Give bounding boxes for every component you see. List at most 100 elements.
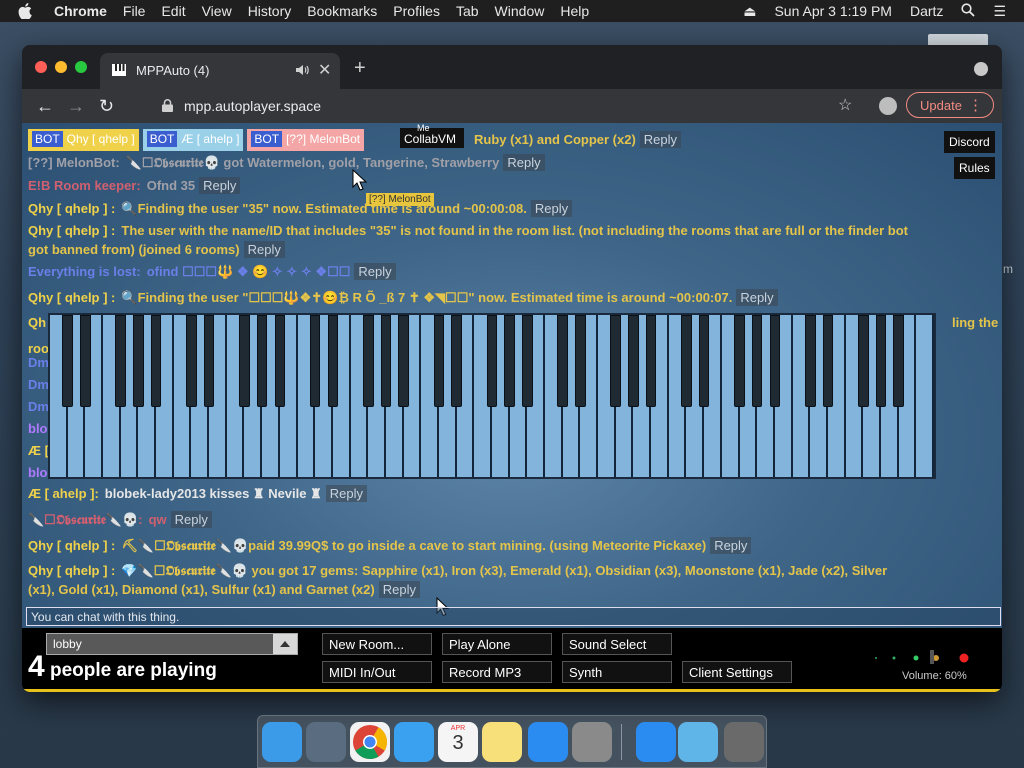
sound-select-button[interactable]: Sound Select (562, 633, 672, 655)
menu-bookmarks[interactable]: Bookmarks (307, 3, 377, 19)
participant-tag-melonbot[interactable]: BOT [??] MelonBot (247, 129, 365, 151)
speaker-icon[interactable] (295, 63, 309, 77)
menu-profiles[interactable]: Profiles (393, 3, 440, 19)
rules-button[interactable]: Rules (954, 157, 995, 179)
chat-username[interactable]: Qhy [ qhelp ] : (28, 290, 115, 305)
menu-file[interactable]: File (123, 3, 146, 19)
minimize-window-button[interactable] (55, 61, 67, 73)
reload-icon[interactable]: ↻ (99, 96, 114, 117)
chrome-icon[interactable] (350, 722, 390, 762)
update-button[interactable]: Update ⋮ (906, 92, 994, 118)
chat-username[interactable]: Qhy [ qhelp ] : (28, 538, 115, 553)
reply-button[interactable]: Reply (325, 485, 368, 502)
system-preferences-icon[interactable] (572, 722, 612, 762)
piano-black-key[interactable] (610, 315, 622, 407)
lock-icon[interactable] (162, 99, 173, 112)
piano-black-key[interactable] (62, 315, 73, 407)
midi-button[interactable]: MIDI In/Out (322, 661, 432, 683)
address-bar[interactable]: mpp.autoplayer.space (162, 92, 862, 120)
piano-black-key[interactable] (875, 315, 887, 407)
piano-black-key[interactable] (327, 315, 339, 407)
reply-button[interactable]: Reply (170, 511, 212, 528)
menu-history[interactable]: History (248, 3, 292, 19)
discord-button[interactable]: Discord (944, 131, 995, 153)
menu-tab[interactable]: Tab (456, 3, 479, 19)
piano-black-key[interactable] (203, 315, 215, 407)
piano-black-key[interactable] (309, 315, 321, 407)
spotlight-icon[interactable] (961, 2, 976, 20)
finder-icon[interactable] (262, 722, 302, 762)
piano-black-key[interactable] (133, 315, 144, 407)
piano-black-key[interactable] (522, 315, 533, 407)
piano-black-key[interactable] (804, 315, 816, 407)
piano-black-key[interactable] (433, 315, 445, 407)
participant-tag-qhy[interactable]: BOT Qhy [ qhelp ] (28, 129, 139, 151)
control-center-icon[interactable]: ☰ (993, 3, 1006, 20)
app-store-icon[interactable] (636, 722, 676, 762)
menu-view[interactable]: View (202, 3, 232, 19)
chat-username[interactable]: Æ [ (28, 443, 49, 458)
client-settings-button[interactable]: Client Settings (682, 661, 792, 683)
piano-black-key[interactable] (628, 315, 639, 407)
piano-keyboard[interactable] (48, 313, 936, 479)
reply-button[interactable]: Reply (199, 177, 241, 194)
piano-black-key[interactable] (380, 315, 392, 407)
menu-help[interactable]: Help (560, 3, 589, 19)
trash-icon[interactable] (724, 722, 764, 762)
reply-button[interactable]: Reply (639, 131, 682, 148)
bookmark-star-icon[interactable]: ☆ (838, 95, 852, 115)
piano-black-key[interactable] (486, 315, 498, 407)
close-window-button[interactable] (35, 61, 47, 73)
piano-black-key[interactable] (557, 315, 568, 407)
chat-username[interactable]: Qh (28, 315, 46, 330)
synth-button[interactable]: Synth (562, 661, 672, 683)
chat-username[interactable]: E!B Room keeper: (28, 178, 141, 193)
piano-black-key[interactable] (734, 315, 745, 407)
piano-black-key[interactable] (698, 315, 710, 407)
menu-edit[interactable]: Edit (161, 3, 185, 19)
tab-mppauto[interactable]: MPPAuto (4) ✕ (100, 53, 340, 89)
piano-black-key[interactable] (115, 315, 126, 407)
piano-black-key[interactable] (150, 315, 162, 407)
chat-username[interactable]: blo (28, 421, 48, 436)
zoom-window-button[interactable] (75, 61, 87, 73)
chat-username[interactable]: Qhy [ qhelp ] : (28, 223, 115, 238)
piano-black-key[interactable] (575, 315, 586, 407)
piano-black-key[interactable] (857, 315, 869, 407)
piano-black-key[interactable] (751, 315, 763, 407)
piano-black-key[interactable] (504, 315, 515, 407)
chat-username[interactable]: Æ [ ahelp ]: (28, 486, 99, 501)
menu-app-chrome[interactable]: Chrome (54, 3, 107, 19)
volume-slider[interactable] (864, 650, 974, 664)
reply-button[interactable]: Reply (710, 537, 752, 554)
piano-black-key[interactable] (645, 315, 657, 407)
chat-username[interactable]: Dm (28, 355, 49, 370)
participant-tag-ae[interactable]: BOT Æ [ ahelp ] (142, 129, 244, 151)
piano-white-key[interactable] (916, 315, 934, 477)
piano-black-key[interactable] (451, 315, 462, 407)
piano-black-key[interactable] (239, 315, 250, 407)
reply-button[interactable]: Reply (243, 241, 285, 258)
app-store-icon[interactable] (528, 722, 568, 762)
piano-black-key[interactable] (186, 315, 197, 407)
chat-username[interactable]: [??] MelonBot: (28, 155, 120, 170)
chat-username[interactable]: blo (28, 465, 48, 480)
profile-avatar-icon[interactable] (879, 97, 897, 115)
participant-tag-collabvm[interactable]: Me CollabVM (400, 123, 464, 148)
chat-username[interactable]: roo (28, 341, 49, 356)
chat-username[interactable]: Dm (28, 399, 49, 414)
reply-button[interactable]: Reply (736, 289, 778, 306)
chat-username[interactable]: Qhy [ qhelp ] : (28, 563, 115, 578)
piano-black-key[interactable] (256, 315, 268, 407)
reply-button[interactable]: Reply (530, 200, 573, 217)
calendar-icon[interactable]: APR 3 (438, 722, 478, 762)
downloads-folder-icon[interactable] (678, 722, 718, 762)
chat-username[interactable]: Dm (28, 377, 49, 392)
eject-icon[interactable]: ⏏ (743, 3, 756, 20)
menu-window[interactable]: Window (495, 3, 545, 19)
menubar-user[interactable]: Dartz (910, 3, 943, 19)
piano-black-key[interactable] (681, 315, 692, 407)
chat-username[interactable]: Everything is lost: (28, 264, 141, 279)
piano-black-key[interactable] (893, 315, 904, 407)
piano-black-key[interactable] (274, 315, 286, 407)
